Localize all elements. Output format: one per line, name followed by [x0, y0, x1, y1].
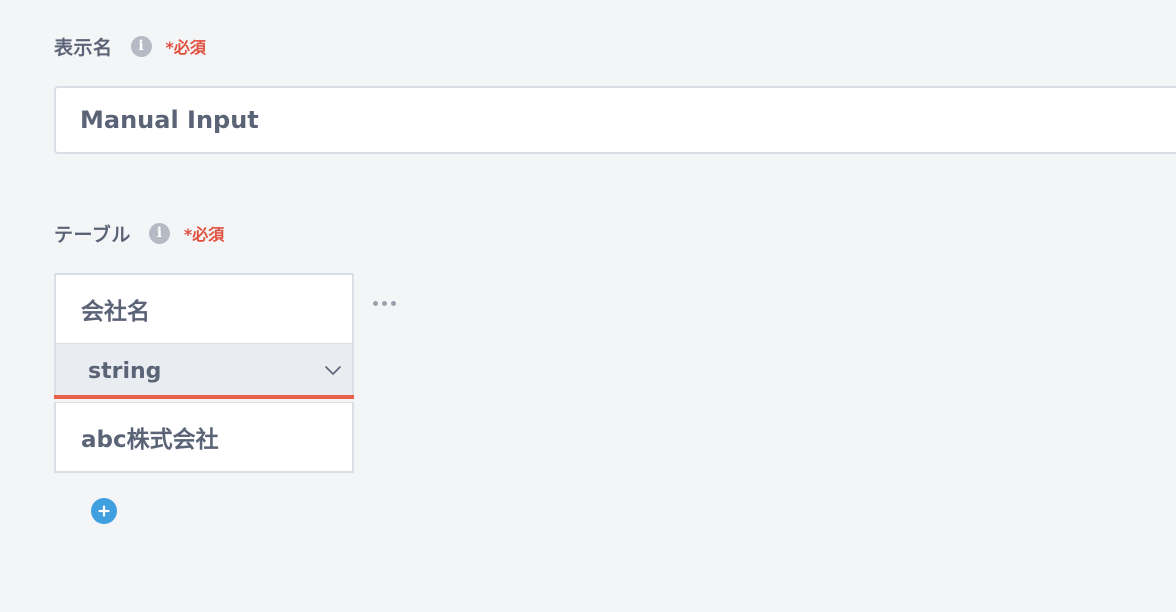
table-column: 会社名 string abc株式会社	[54, 273, 354, 473]
chevron-down-icon	[325, 366, 341, 375]
column-type-value: string	[88, 359, 162, 384]
column-value-cell[interactable]: abc株式会社	[54, 402, 354, 473]
info-icon[interactable]: i	[148, 222, 170, 244]
more-horizontal-icon-dot	[381, 300, 387, 306]
info-icon[interactable]: i	[130, 35, 152, 57]
column-type-select[interactable]: string	[54, 344, 354, 399]
more-horizontal-icon-dot	[390, 300, 396, 306]
column-header-text: 会社名	[81, 299, 150, 325]
column-header-cell[interactable]: 会社名	[54, 273, 354, 344]
display-name-label-row: 表示名 i *必須	[54, 33, 206, 59]
table-label-row: テーブル i *必須	[54, 220, 224, 246]
table-label: テーブル	[54, 223, 131, 246]
more-options-button[interactable]	[366, 292, 402, 314]
display-name-input[interactable]	[54, 86, 1176, 154]
required-marker: *必須	[165, 38, 206, 57]
required-marker: *必須	[183, 225, 225, 244]
more-horizontal-icon	[372, 300, 378, 306]
display-name-label: 表示名	[54, 36, 113, 59]
column-value-text: abc株式会社	[81, 427, 219, 453]
add-column-button[interactable]	[91, 498, 117, 524]
plus-icon	[98, 505, 110, 517]
